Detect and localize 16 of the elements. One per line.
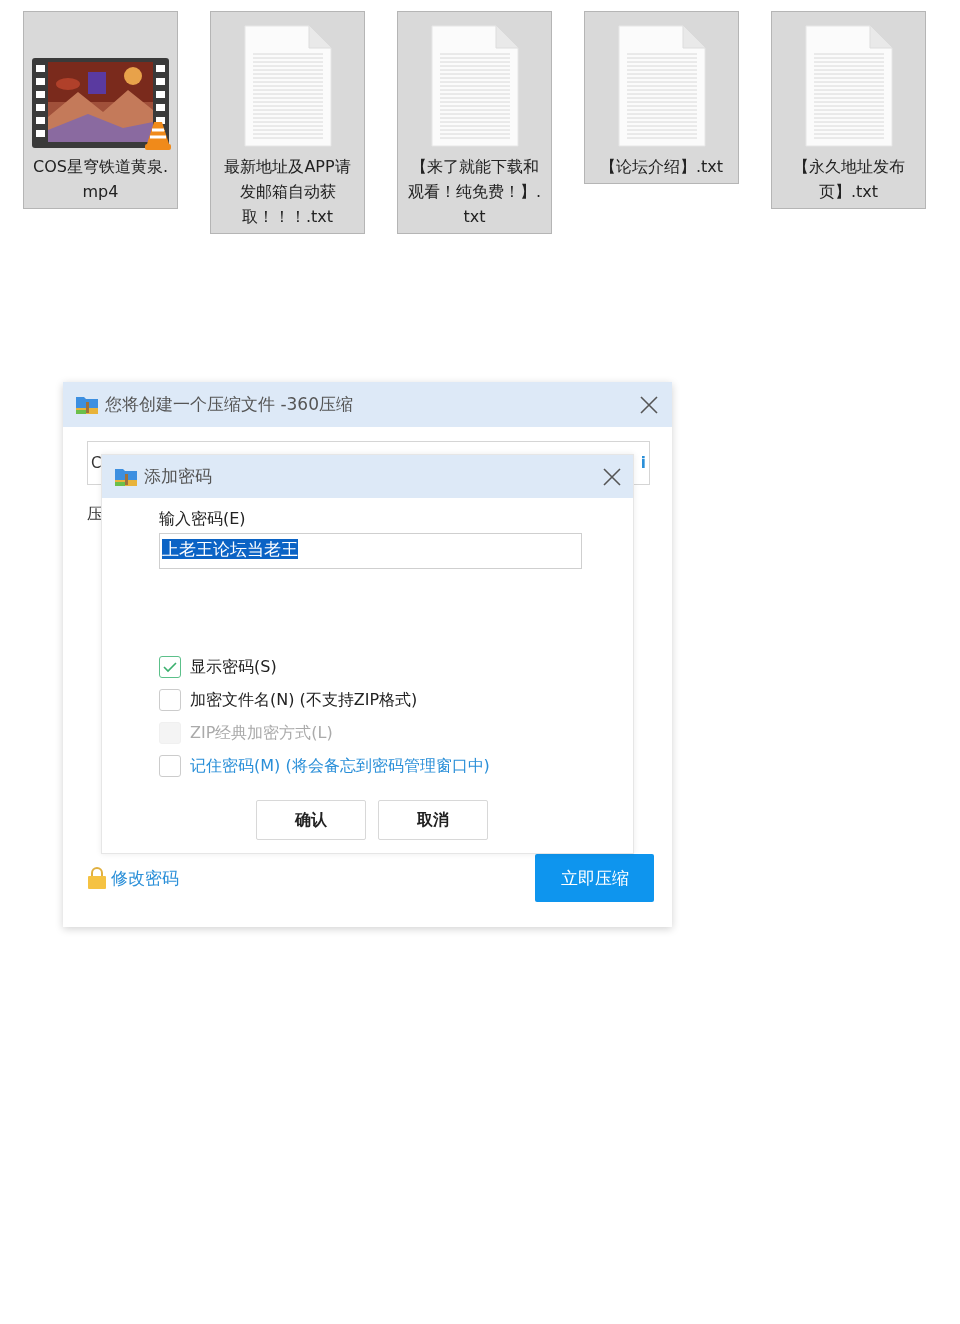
window-title: 您将创建一个压缩文件 -360压缩 [105,393,354,416]
checkbox-label: 记住密码(M) (将会备忘到密码管理窗口中) [190,755,490,777]
path-text: i [640,454,646,472]
checkbox-label: 显示密码(S) [190,656,277,678]
file-name: 【论坛介绍】.txt [598,156,725,178]
path-text: C [91,454,102,472]
field-label: 压 [87,503,101,525]
password-text: 上老王论坛当老王 [162,539,298,559]
field-label: 输入密码(E) [159,508,247,530]
dialog-title: 添加密码 [144,465,213,488]
checkbox-label: 加密文件名(N) (不支持ZIP格式) [190,689,418,711]
file-name: COS星穹铁道黄泉.mp4 [33,156,168,203]
file-name: 【来了就能下载和观看！纯免费！】.txt [407,156,542,228]
file-name: 最新地址及APP请发邮箱自动获取！！！.txt [223,156,352,228]
file-name: 【永久地址发布页】.txt [791,156,906,203]
checkbox-label: ZIP经典加密方式(L) [190,722,333,744]
